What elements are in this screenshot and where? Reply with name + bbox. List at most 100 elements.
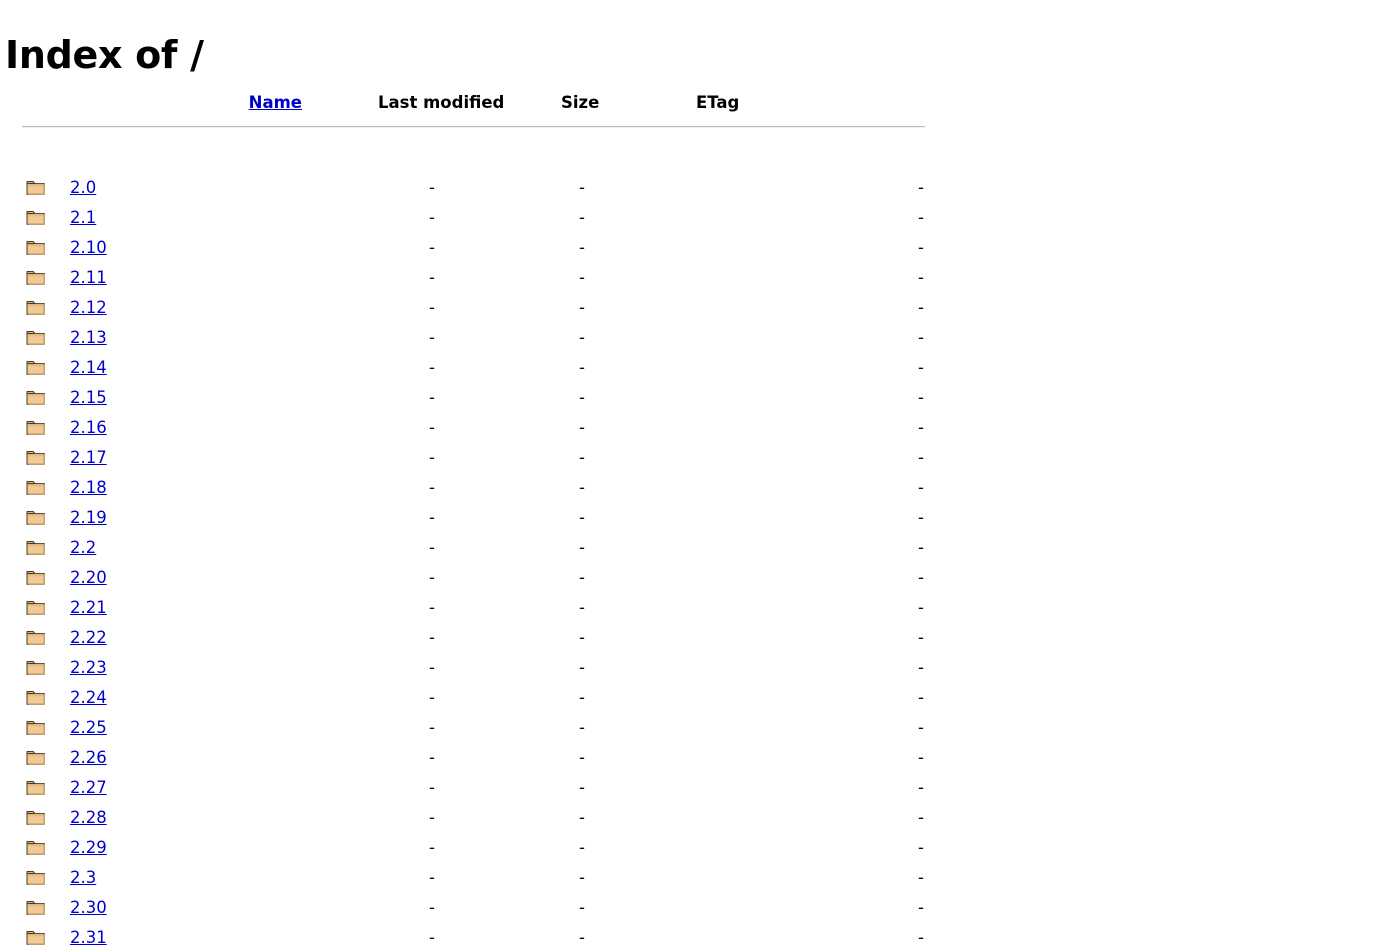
directory-link[interactable]: 2.27 xyxy=(70,778,107,797)
directory-link[interactable]: 2.25 xyxy=(70,718,107,737)
folder-icon xyxy=(26,359,46,376)
row-last-modified-cell: - xyxy=(429,507,435,527)
directory-link[interactable]: 2.10 xyxy=(70,238,107,257)
row-last-modified-cell: - xyxy=(429,477,435,497)
table-row: 2.15 - - - xyxy=(0,382,940,412)
table-header-row: Name Last modified Size ETag xyxy=(0,86,940,112)
row-etag-cell: - xyxy=(918,597,924,617)
row-icon-cell xyxy=(0,502,70,532)
row-size-cell: - xyxy=(579,447,585,467)
row-etag-cell: - xyxy=(918,807,924,827)
directory-link[interactable]: 2.28 xyxy=(70,808,107,827)
directory-link[interactable]: 2.31 xyxy=(70,928,107,947)
directory-link[interactable]: 2.3 xyxy=(70,868,96,887)
page-title: Index of / xyxy=(5,33,204,78)
row-etag-cell: - xyxy=(918,687,924,707)
directory-link[interactable]: 2.26 xyxy=(70,748,107,767)
row-name-cell: 2.12 xyxy=(70,292,365,322)
directory-link[interactable]: 2.16 xyxy=(70,418,107,437)
table-row: 2.13 - - - xyxy=(0,322,940,352)
table-row: 2.25 - - - xyxy=(0,712,940,742)
directory-link[interactable]: 2.21 xyxy=(70,598,107,617)
row-icon-cell xyxy=(0,292,70,322)
row-icon-cell xyxy=(0,772,70,802)
row-etag-cell: - xyxy=(918,207,924,227)
row-etag-cell: - xyxy=(918,537,924,557)
folder-icon xyxy=(26,569,46,586)
directory-link[interactable]: 2.20 xyxy=(70,568,107,587)
directory-link[interactable]: 2.2 xyxy=(70,538,96,557)
directory-link[interactable]: 2.19 xyxy=(70,508,107,527)
folder-icon xyxy=(26,419,46,436)
directory-link[interactable]: 2.30 xyxy=(70,898,107,917)
row-size-cell: - xyxy=(579,747,585,767)
row-size-cell: - xyxy=(579,207,585,227)
row-name-cell: 2.0 xyxy=(70,172,365,202)
directory-link[interactable]: 2.22 xyxy=(70,628,107,647)
row-last-modified-cell: - xyxy=(429,717,435,737)
row-name-cell: 2.14 xyxy=(70,352,365,382)
row-name-cell: 2.25 xyxy=(70,712,365,742)
row-size-cell: - xyxy=(579,387,585,407)
row-name-cell: 2.28 xyxy=(70,802,365,832)
row-icon-cell xyxy=(0,322,70,352)
header-spacer-cell xyxy=(0,142,940,172)
directory-link[interactable]: 2.29 xyxy=(70,838,107,857)
row-icon-cell xyxy=(0,412,70,442)
folder-icon xyxy=(26,449,46,466)
row-icon-cell xyxy=(0,742,70,772)
directory-link[interactable]: 2.17 xyxy=(70,448,107,467)
folder-icon xyxy=(26,389,46,406)
directory-link[interactable]: 2.11 xyxy=(70,268,107,287)
row-etag-cell: - xyxy=(918,477,924,497)
folder-icon xyxy=(26,299,46,316)
folder-icon xyxy=(26,659,46,676)
row-size-cell: - xyxy=(579,327,585,347)
directory-link[interactable]: 2.24 xyxy=(70,688,107,707)
row-size-cell: - xyxy=(579,687,585,707)
table-row: 2.2 - - - xyxy=(0,532,940,562)
row-etag-cell: - xyxy=(918,297,924,317)
column-header-size: Size xyxy=(561,93,600,112)
folder-icon xyxy=(26,899,46,916)
directory-listing: Name Last modified Size ETag 2.0 - - - 2.1 - -… xyxy=(0,86,940,952)
row-name-cell: 2.3 xyxy=(70,862,365,892)
row-last-modified-cell: - xyxy=(429,447,435,467)
row-name-cell: 2.11 xyxy=(70,262,365,292)
folder-icon xyxy=(26,239,46,256)
folder-icon xyxy=(26,749,46,766)
table-row: 2.29 - - - xyxy=(0,832,940,862)
row-name-cell: 2.2 xyxy=(70,532,365,562)
row-icon-cell xyxy=(0,532,70,562)
row-last-modified-cell: - xyxy=(429,267,435,287)
directory-link[interactable]: 2.15 xyxy=(70,388,107,407)
row-etag-cell: - xyxy=(918,927,924,947)
row-last-modified-cell: - xyxy=(429,297,435,317)
table-row: 2.11 - - - xyxy=(0,262,940,292)
row-size-cell: - xyxy=(579,837,585,857)
directory-link[interactable]: 2.12 xyxy=(70,298,107,317)
folder-icon xyxy=(26,869,46,886)
folder-icon xyxy=(26,269,46,286)
row-etag-cell: - xyxy=(918,417,924,437)
row-name-cell: 2.15 xyxy=(70,382,365,412)
row-last-modified-cell: - xyxy=(429,867,435,887)
sort-by-name-link[interactable]: Name xyxy=(249,93,302,112)
directory-link[interactable]: 2.18 xyxy=(70,478,107,497)
header-rule-row xyxy=(0,112,940,142)
directory-link[interactable]: 2.0 xyxy=(70,178,96,197)
row-name-cell: 2.1 xyxy=(70,202,365,232)
directory-link[interactable]: 2.14 xyxy=(70,358,107,377)
column-header-icon xyxy=(0,86,70,112)
table-row: 2.22 - - - xyxy=(0,622,940,652)
directory-link[interactable]: 2.23 xyxy=(70,658,107,677)
row-last-modified-cell: - xyxy=(429,327,435,347)
row-icon-cell xyxy=(0,172,70,202)
row-last-modified-cell: - xyxy=(429,777,435,797)
row-icon-cell xyxy=(0,592,70,622)
directory-link[interactable]: 2.1 xyxy=(70,208,96,227)
table-row: 2.21 - - - xyxy=(0,592,940,622)
directory-link[interactable]: 2.13 xyxy=(70,328,107,347)
row-etag-cell: - xyxy=(918,267,924,287)
row-icon-cell xyxy=(0,202,70,232)
